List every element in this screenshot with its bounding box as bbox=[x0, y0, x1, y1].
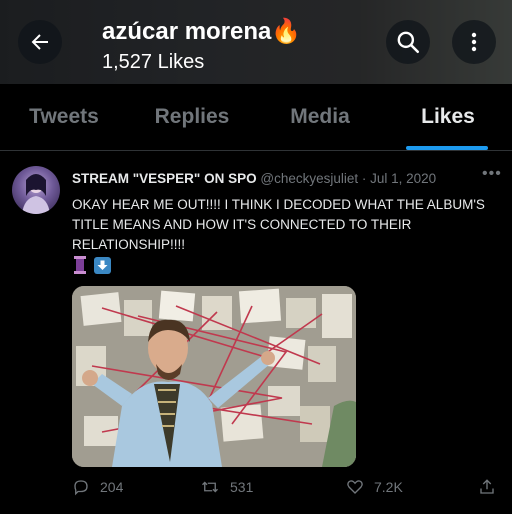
down-arrow-icon bbox=[94, 256, 112, 274]
share-button[interactable] bbox=[478, 478, 496, 496]
spool-icon bbox=[74, 256, 86, 275]
more-options-button[interactable] bbox=[452, 20, 496, 64]
tab-media[interactable]: Media bbox=[256, 84, 384, 150]
heart-icon bbox=[347, 480, 363, 494]
retweet-icon bbox=[202, 481, 218, 493]
likes-count: 1,527 Likes bbox=[102, 51, 205, 73]
tabs-divider bbox=[0, 150, 512, 151]
back-arrow-icon bbox=[31, 34, 48, 50]
retweet-count: 531 bbox=[230, 479, 254, 495]
tweet-actions: 204 531 7.2K bbox=[0, 478, 512, 502]
profile-name: azúcar morena🔥 bbox=[102, 18, 302, 45]
reply-count: 204 bbox=[100, 479, 124, 495]
tab-media-label: Media bbox=[290, 105, 350, 128]
like-count: 7.2K bbox=[374, 479, 403, 495]
like-button[interactable]: 7.2K bbox=[346, 478, 403, 496]
back-button[interactable] bbox=[18, 20, 62, 64]
tweet-header: STREAM "VESPER" ON SPO @checkyesjuliet ·… bbox=[72, 171, 472, 186]
tab-replies-label: Replies bbox=[154, 105, 230, 128]
tweet-more-icon[interactable]: ••• bbox=[482, 165, 502, 183]
tab-likes-label: Likes bbox=[421, 105, 475, 128]
tweet-emojis bbox=[72, 256, 112, 275]
profile-header: azúcar morena🔥 1,527 Likes bbox=[0, 0, 512, 84]
media-illustration bbox=[72, 286, 356, 467]
avatar-image bbox=[22, 174, 50, 214]
avatar[interactable] bbox=[12, 166, 60, 214]
tab-replies[interactable]: Replies bbox=[128, 84, 256, 150]
tab-tweets[interactable]: Tweets bbox=[0, 84, 128, 150]
tweet-text: OKAY HEAR ME OUT!!!! I THINK I DECODED W… bbox=[72, 197, 485, 252]
share-icon bbox=[480, 479, 494, 494]
tab-likes[interactable]: Likes bbox=[384, 84, 512, 150]
tweet-author-name[interactable]: STREAM "VESPER" ON SPO bbox=[72, 171, 257, 186]
tweet-date[interactable]: · Jul 1, 2020 bbox=[362, 171, 436, 186]
search-icon bbox=[397, 31, 420, 54]
tweet-media-image[interactable] bbox=[72, 286, 356, 467]
reply-button[interactable]: 204 bbox=[72, 478, 123, 496]
reply-icon bbox=[74, 480, 88, 496]
search-button[interactable] bbox=[386, 20, 430, 64]
tab-tweets-label: Tweets bbox=[29, 105, 99, 128]
vertical-dots-icon bbox=[471, 32, 477, 52]
profile-tabs: Tweets Replies Media Likes bbox=[0, 84, 512, 150]
tweet-author-handle[interactable]: @checkyesjuliet bbox=[260, 171, 358, 186]
retweet-button[interactable]: 531 bbox=[200, 478, 253, 496]
